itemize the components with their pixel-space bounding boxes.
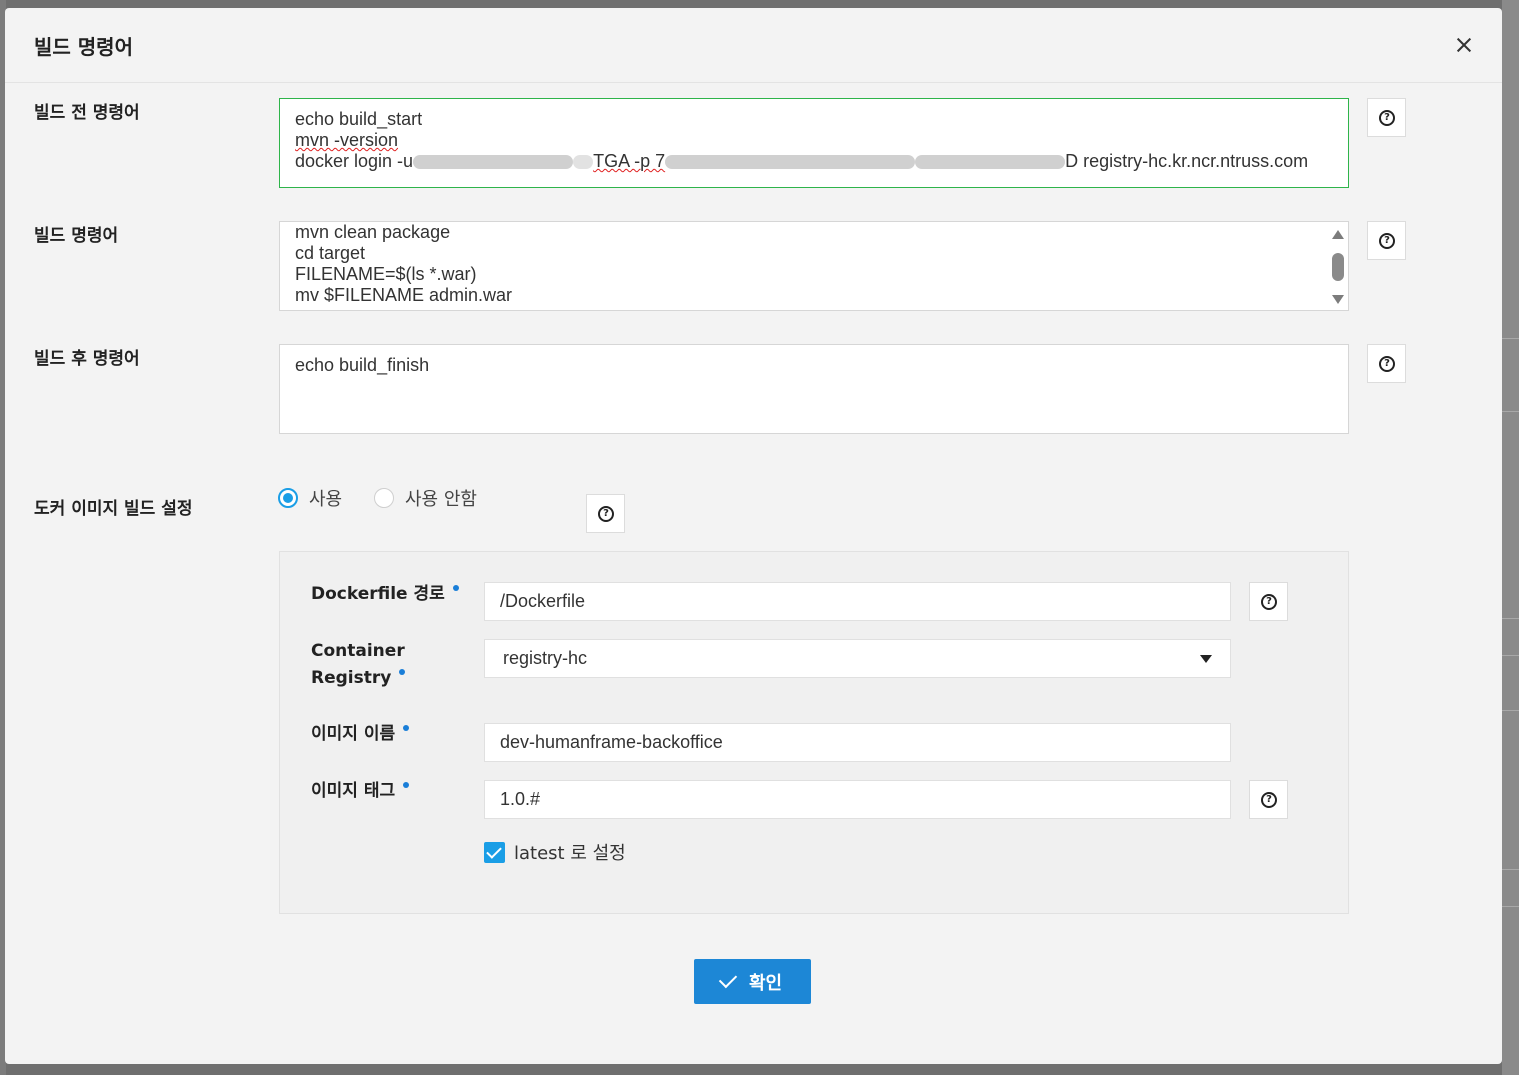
required-dot	[403, 782, 410, 788]
build-line-2: cd target	[295, 243, 366, 263]
dockerfile-path-label: Dockerfile 경로	[311, 581, 459, 608]
check-icon	[718, 969, 738, 988]
required-dot	[399, 669, 406, 675]
radio-use-indicator	[278, 488, 298, 508]
build-line-3: FILENAME=$(ls *.war)	[295, 264, 477, 284]
checkbox-checked-icon	[484, 841, 505, 863]
post-build-textarea[interactable]: echo build_finish	[279, 344, 1349, 434]
radio-use[interactable]: 사용	[278, 486, 342, 510]
required-dot	[452, 585, 459, 591]
confirm-button[interactable]: 확인	[694, 959, 811, 1004]
latest-checkbox[interactable]: latest 로 설정	[484, 839, 626, 865]
image-name-input[interactable]: dev-humanframe-backoffice	[484, 723, 1231, 762]
close-icon[interactable]	[1453, 34, 1475, 56]
docker-build-label: 도커 이미지 빌드 설정	[34, 499, 193, 519]
build-command-dialog: 빌드 명령어 빌드 전 명령어 echo build_start mvn -ve…	[5, 8, 1502, 1064]
build-help-button[interactable]: ?	[1367, 221, 1406, 260]
build-line-4: mv $FILENAME admin.war	[295, 285, 513, 305]
radio-use-label: 사용	[309, 489, 343, 510]
help-icon: ?	[1379, 356, 1395, 372]
post-build-line-1: echo build_finish	[295, 355, 430, 375]
container-registry-label: Container Registry	[311, 641, 406, 688]
container-registry-value: registry-hc	[503, 648, 588, 668]
scroll-thumb[interactable]	[1332, 253, 1344, 281]
dockerfile-help-button[interactable]: ?	[1249, 582, 1288, 621]
scroll-up-arrow-icon[interactable]	[1332, 230, 1344, 239]
confirm-button-label: 확인	[748, 972, 783, 994]
scroll-down-arrow-icon[interactable]	[1332, 295, 1344, 304]
help-icon: ?	[1261, 792, 1277, 808]
build-line-1: mvn clean package	[295, 222, 451, 242]
docker-settings-panel: Dockerfile 경로 /Dockerfile ? Container Re…	[279, 551, 1349, 914]
build-scrollbar[interactable]	[1329, 224, 1346, 308]
dialog-header: 빌드 명령어	[5, 8, 1502, 83]
help-icon: ?	[1379, 110, 1395, 126]
post-build-help-button[interactable]: ?	[1367, 344, 1406, 383]
image-tag-label: 이미지 태그	[311, 778, 410, 805]
radio-not-use-label: 사용 안함	[405, 489, 477, 510]
dialog-title: 빌드 명령어	[34, 35, 133, 59]
help-icon: ?	[1261, 594, 1277, 610]
build-label: 빌드 명령어	[34, 226, 119, 246]
latest-checkbox-label: latest 로 설정	[514, 843, 626, 864]
chevron-down-icon	[1200, 655, 1212, 663]
pre-build-help-button[interactable]: ?	[1367, 98, 1406, 137]
image-name-label: 이미지 이름	[311, 721, 410, 748]
required-dot	[403, 725, 410, 731]
docker-help-button[interactable]: ?	[586, 494, 625, 533]
radio-not-use[interactable]: 사용 안함	[374, 486, 477, 510]
pre-build-line-2: mvn -version	[295, 130, 399, 150]
pre-build-line-1: echo build_start	[295, 109, 423, 129]
help-icon: ?	[1379, 233, 1395, 249]
pre-build-label: 빌드 전 명령어	[34, 103, 140, 123]
dockerfile-path-input[interactable]: /Dockerfile	[484, 582, 1231, 621]
pre-build-line-3: docker login -u TGA -p 7D registry-hc.kr.…	[295, 151, 1309, 171]
post-build-label: 빌드 후 명령어	[34, 349, 140, 369]
image-tag-input[interactable]: 1.0.#	[484, 780, 1231, 819]
image-tag-help-button[interactable]: ?	[1249, 780, 1288, 819]
pre-build-textarea[interactable]: echo build_start mvn -version docker log…	[279, 98, 1349, 188]
help-icon: ?	[598, 506, 614, 522]
build-textarea[interactable]: mvn clean package cd target FILENAME=$(l…	[279, 221, 1349, 311]
radio-not-use-indicator	[374, 488, 394, 508]
background-page-right	[1502, 0, 1519, 1075]
container-registry-select[interactable]: registry-hc	[484, 639, 1231, 678]
